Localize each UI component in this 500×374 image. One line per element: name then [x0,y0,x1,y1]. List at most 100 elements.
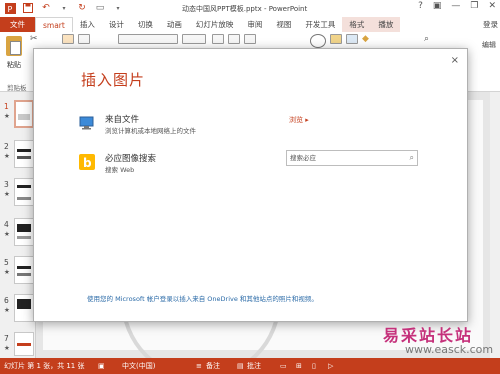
normal-view-icon[interactable]: ▭ [280,358,287,374]
cut-icon[interactable]: ✂ [30,34,38,44]
notes-button[interactable]: 备注 [206,358,220,374]
animation-star-icon: ★ [4,344,10,352]
reading-view-icon[interactable]: ▯ [312,358,316,374]
close-window-button[interactable]: ✕ [488,1,496,11]
customize-qat-icon[interactable]: ▾ [112,2,124,14]
close-icon[interactable]: × [451,55,459,66]
powerpoint-logo-icon: P [4,2,16,14]
arrange-icon[interactable] [330,34,342,44]
computer-icon [79,115,95,131]
from-file-title: 来自文件 [105,115,140,125]
help-button[interactable]: ? [418,1,423,11]
slide-thumbnail-panel: 1 ★ 2 ★ 3 ★ 4 ★ 5 ★ 6 ★ 7 ★ [0,92,36,358]
comments-icon[interactable]: ▤ [237,358,244,374]
thumb-number: 1 [4,102,9,111]
fill-icon[interactable]: ◆ [362,34,369,48]
slideshow-icon[interactable]: ▭ [94,2,106,14]
sorter-view-icon[interactable]: ⊞ [296,358,302,374]
window-title: 动态中国风PPT模板.pptx - PowerPoint [182,5,308,13]
binoculars-icon[interactable]: ⌕ [424,34,429,44]
bing-search-subtitle: 搜索 Web [105,166,135,174]
shapes-icon[interactable] [310,34,326,48]
quick-access-toolbar: P ↶ ▾ ↻ ▭ ▾ [4,2,124,14]
tab-design[interactable]: 设计 [102,17,131,32]
tab-animations[interactable]: 动画 [160,17,189,32]
clipboard-group-label: 剪贴板 [7,84,27,92]
ribbon-display-button[interactable]: ▣ [433,1,442,11]
quick-styles-icon[interactable] [346,34,358,44]
tab-file[interactable]: 文件 [0,17,35,32]
tab-transitions[interactable]: 切换 [131,17,160,32]
slideshow-view-icon[interactable]: ▷ [328,358,333,374]
animation-star-icon: ★ [4,306,10,314]
onedrive-signin-link[interactable]: 使用您的 Microsoft 帐户登录以插入来自 OneDrive 和其他站点的… [87,293,318,303]
paste-label[interactable]: 粘贴 [7,60,21,70]
find-group: ⌕ [424,34,429,44]
thumb-number: 6 [4,296,9,305]
redo-icon[interactable]: ↻ [76,2,88,14]
animation-star-icon: ★ [4,268,10,276]
language-status[interactable]: 中文(中国) [122,358,155,374]
from-file-option[interactable]: 来自文件 浏览计算机或本地网络上的文件 浏览 ▸ [79,113,424,141]
indent-icon[interactable] [244,34,256,44]
font-group [118,34,206,44]
slide-count-status: 幻灯片 第 1 张，共 11 张 [4,362,85,370]
watermark-url: www.easck.com [405,343,494,356]
slide-thumbnail-1[interactable] [14,100,34,128]
bing-search-input[interactable] [290,153,400,163]
save-icon[interactable] [22,2,34,14]
slide-thumbnail-3[interactable] [14,178,34,206]
new-slide-icon[interactable] [62,34,74,44]
font-name-box[interactable] [118,34,178,44]
tab-format[interactable]: 格式 [342,17,372,32]
slide-thumbnail-6[interactable] [14,294,34,322]
tab-insert[interactable]: 插入 [73,17,102,32]
status-bar: 幻灯片 第 1 张，共 11 张 ▣ 中文(中国) ≡ 备注 ▤ 批注 ▭ ⊞ … [0,358,500,374]
dropdown-icon[interactable]: ▾ [58,2,70,14]
browse-link[interactable]: 浏览 ▸ [289,115,309,125]
editing-group-label[interactable]: 编辑 [482,40,496,50]
animation-star-icon: ★ [4,190,10,198]
comments-button[interactable]: 批注 [247,358,261,374]
notes-icon[interactable]: ≡ [196,358,202,374]
animation-star-icon: ★ [4,230,10,238]
tab-smart[interactable]: smart [35,17,73,32]
animation-star-icon: ★ [4,112,10,120]
from-file-subtitle: 浏览计算机或本地网络上的文件 [105,127,196,135]
slide-thumbnail-7[interactable] [14,332,34,356]
paste-icon[interactable] [6,36,22,56]
undo-icon[interactable]: ↶ [40,2,52,14]
layout-icon[interactable] [78,34,90,44]
cut-copy-group: ✂ [30,34,38,44]
tab-view[interactable]: 视图 [269,17,298,32]
spellcheck-icon[interactable]: ▣ [98,358,105,374]
slide-thumbnail-4[interactable] [14,218,34,246]
tab-review[interactable]: 审阅 [240,17,269,32]
tab-slideshow[interactable]: 幻灯片放映 [189,17,241,32]
paragraph-group [212,34,256,44]
drawing-group: ◆ [310,34,369,48]
site-watermark: 易采站长站 www.easck.com [383,322,500,358]
slide-group [62,34,90,44]
numbering-icon[interactable] [228,34,240,44]
tab-playback[interactable]: 播放 [371,17,401,32]
login-link[interactable]: 登录 [483,17,498,32]
slide-thumbnail-2[interactable] [14,140,34,168]
thumb-number: 2 [4,142,9,151]
bing-search-title: 必应图像搜索 [105,154,157,164]
bing-icon: b [79,154,95,170]
minimize-button[interactable]: — [451,1,460,11]
bullets-icon[interactable] [212,34,224,44]
bing-search-box[interactable]: ⌕ [286,150,418,166]
restore-button[interactable]: ❐ [470,1,478,11]
tab-developer[interactable]: 开发工具 [298,17,342,32]
svg-text:b: b [83,156,92,170]
animation-star-icon: ★ [4,152,10,160]
search-icon[interactable]: ⌕ [410,153,414,163]
window-controls: ? ▣ — ❐ ✕ [418,1,496,11]
vertical-scrollbar[interactable] [490,92,500,358]
font-size-box[interactable] [182,34,206,44]
slide-thumbnail-5[interactable] [14,256,34,284]
insert-picture-dialog: × 插入图片 来自文件 浏览计算机或本地网络上的文件 浏览 ▸ b 必应图像搜索… [33,48,468,322]
thumb-number: 7 [4,334,9,343]
